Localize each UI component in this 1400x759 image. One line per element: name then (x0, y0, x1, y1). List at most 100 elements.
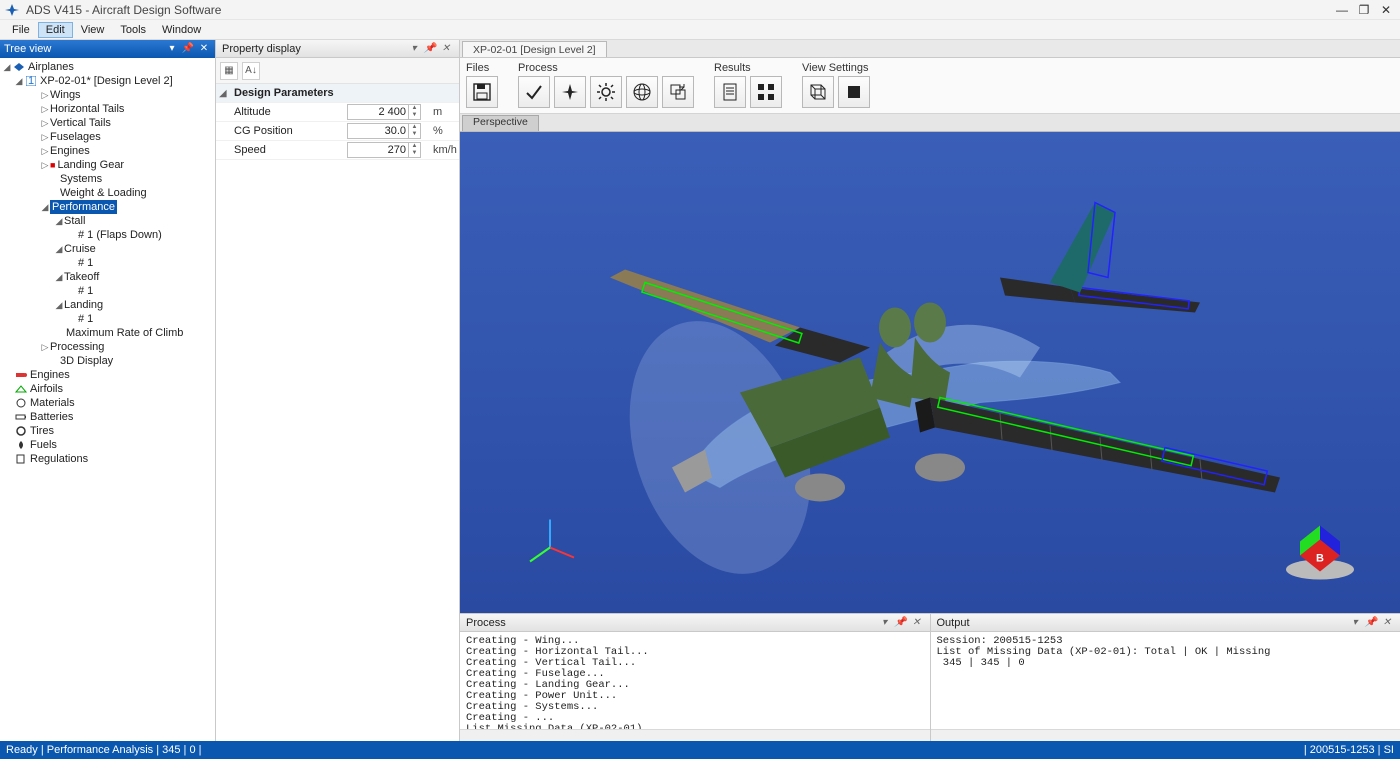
property-row-altitude: Altitude ▲▼ m (216, 103, 459, 122)
airfoil-icon (14, 383, 28, 395)
lib-tires[interactable]: Tires (0, 424, 215, 438)
group-results: Results (714, 60, 782, 111)
tree-root[interactable]: ◢Airplanes (0, 60, 215, 74)
check-button[interactable] (518, 76, 550, 108)
wireframe-button[interactable] (802, 76, 834, 108)
menu-file[interactable]: File (4, 22, 38, 38)
gear-button[interactable] (590, 76, 622, 108)
maximize-button[interactable]: ❐ (1354, 0, 1374, 20)
status-left: Ready | Performance Analysis | 345 | 0 | (6, 744, 201, 756)
tree-wload[interactable]: Weight & Loading (0, 186, 215, 200)
lib-fuels[interactable]: Fuels (0, 438, 215, 452)
speed-spinner[interactable]: ▲▼ (409, 142, 421, 158)
property-header: Property display ▾ 📌 ✕ (216, 40, 459, 58)
tree-performance[interactable]: ◢Performance (0, 200, 215, 214)
property-section[interactable]: ◢Design Parameters (216, 84, 459, 103)
process-footer (460, 729, 930, 741)
categorize-button[interactable]: ▦ (220, 62, 238, 80)
property-pin-icon[interactable]: 📌 (423, 43, 437, 54)
altitude-spinner[interactable]: ▲▼ (409, 104, 421, 120)
document-icon (14, 453, 28, 465)
material-icon (14, 397, 28, 409)
document-tab[interactable]: XP-02-01 [Design Level 2] (462, 41, 607, 57)
output-close-icon[interactable]: ✕ (1380, 617, 1394, 628)
tree-3ddisplay[interactable]: 3D Display (0, 354, 215, 368)
3d-viewport[interactable]: B (460, 132, 1400, 613)
close-button[interactable]: ✕ (1376, 0, 1396, 20)
output-header: Output ▾ 📌 ✕ (931, 614, 1400, 632)
axis-gizmo-icon (530, 520, 574, 562)
property-row-speed: Speed ▲▼ km/h (216, 141, 459, 160)
report-button[interactable] (714, 76, 746, 108)
output-text[interactable]: Session: 200515-1253 List of Missing Dat… (931, 632, 1400, 729)
tree-takeoff-1[interactable]: # 1 (0, 284, 215, 298)
altitude-input[interactable] (347, 104, 409, 120)
tree-project[interactable]: ◢1XP-02-01* [Design Level 2] (0, 74, 215, 88)
tree-wings[interactable]: ▷Wings (0, 88, 215, 102)
app-title: ADS V415 - Aircraft Design Software (26, 3, 221, 17)
sort-button[interactable]: A↓ (242, 62, 260, 80)
view-cube-icon: B (1286, 526, 1354, 580)
document-tabbar: XP-02-01 [Design Level 2] (460, 40, 1400, 58)
cg-input[interactable] (347, 123, 409, 139)
speed-input[interactable] (347, 142, 409, 158)
tree-panel: Tree view ▾ 📌 ✕ ◢Airplanes ◢1XP-02-01* [… (0, 40, 216, 741)
menu-window[interactable]: Window (154, 22, 209, 38)
property-dropdown-icon[interactable]: ▾ (407, 43, 421, 54)
ribbon-toolbar: Files Process Results (460, 58, 1400, 114)
tree-gear[interactable]: ▷■Landing Gear (0, 158, 215, 172)
status-right: | 200515-1253 | SI (1304, 744, 1394, 756)
lib-engines[interactable]: Engines (0, 368, 215, 382)
tree-takeoff[interactable]: ◢Takeoff (0, 270, 215, 284)
tree-mroc[interactable]: Maximum Rate of Climb (0, 326, 215, 340)
process-header: Process ▾ 📌 ✕ (460, 614, 930, 632)
viewport-tabbar: Perspective (460, 114, 1400, 132)
tree-pin-icon[interactable]: 📌 (181, 42, 195, 56)
tree-landing-1[interactable]: # 1 (0, 312, 215, 326)
lib-materials[interactable]: Materials (0, 396, 215, 410)
lib-regs[interactable]: Regulations (0, 452, 215, 466)
viewport-tab-perspective[interactable]: Perspective (462, 115, 539, 131)
tree-dropdown-icon[interactable]: ▾ (165, 42, 179, 56)
export-button[interactable] (662, 76, 694, 108)
menu-edit[interactable]: Edit (38, 22, 73, 38)
process-close-icon[interactable]: ✕ (910, 617, 924, 628)
globe-button[interactable] (626, 76, 658, 108)
svg-text:B: B (1316, 553, 1324, 565)
tree-fuselages[interactable]: ▷Fuselages (0, 130, 215, 144)
tree-stall[interactable]: ◢Stall (0, 214, 215, 228)
lib-airfoils[interactable]: Airfoils (0, 382, 215, 396)
minimize-button[interactable]: — (1332, 0, 1352, 20)
menu-view[interactable]: View (73, 22, 113, 38)
tree-systems[interactable]: Systems (0, 172, 215, 186)
tree-processing[interactable]: ▷Processing (0, 340, 215, 354)
process-output[interactable]: Creating - Wing... Creating - Horizontal… (460, 632, 930, 729)
output-dropdown-icon[interactable]: ▾ (1348, 617, 1362, 628)
tree-engines[interactable]: ▷Engines (0, 144, 215, 158)
menu-tools[interactable]: Tools (112, 22, 154, 38)
titlebar: ADS V415 - Aircraft Design Software — ❐ … (0, 0, 1400, 20)
document-area: XP-02-01 [Design Level 2] Files Process (460, 40, 1400, 741)
tree-cruise[interactable]: ◢Cruise (0, 242, 215, 256)
tree-stall-1[interactable]: # 1 (Flaps Down) (0, 228, 215, 242)
tree-vtails[interactable]: ▷Vertical Tails (0, 116, 215, 130)
solid-button[interactable] (838, 76, 870, 108)
tree-close-icon[interactable]: ✕ (197, 42, 211, 56)
cg-spinner[interactable]: ▲▼ (409, 123, 421, 139)
grid-view-button[interactable] (750, 76, 782, 108)
tree-header: Tree view ▾ 📌 ✕ (0, 40, 215, 58)
tree-landing[interactable]: ◢Landing (0, 298, 215, 312)
property-toolbar: ▦ A↓ (216, 58, 459, 84)
tree-cruise-1[interactable]: # 1 (0, 256, 215, 270)
process-pin-icon[interactable]: 📌 (894, 617, 908, 628)
property-close-icon[interactable]: ✕ (439, 43, 453, 54)
process-dropdown-icon[interactable]: ▾ (878, 617, 892, 628)
group-files: Files (466, 60, 498, 111)
save-button[interactable] (466, 76, 498, 108)
tree-htails[interactable]: ▷Horizontal Tails (0, 102, 215, 116)
battery-icon (14, 411, 28, 423)
tree-body: ◢Airplanes ◢1XP-02-01* [Design Level 2] … (0, 58, 215, 741)
output-pin-icon[interactable]: 📌 (1364, 617, 1378, 628)
lib-batteries[interactable]: Batteries (0, 410, 215, 424)
aircraft-button[interactable] (554, 76, 586, 108)
